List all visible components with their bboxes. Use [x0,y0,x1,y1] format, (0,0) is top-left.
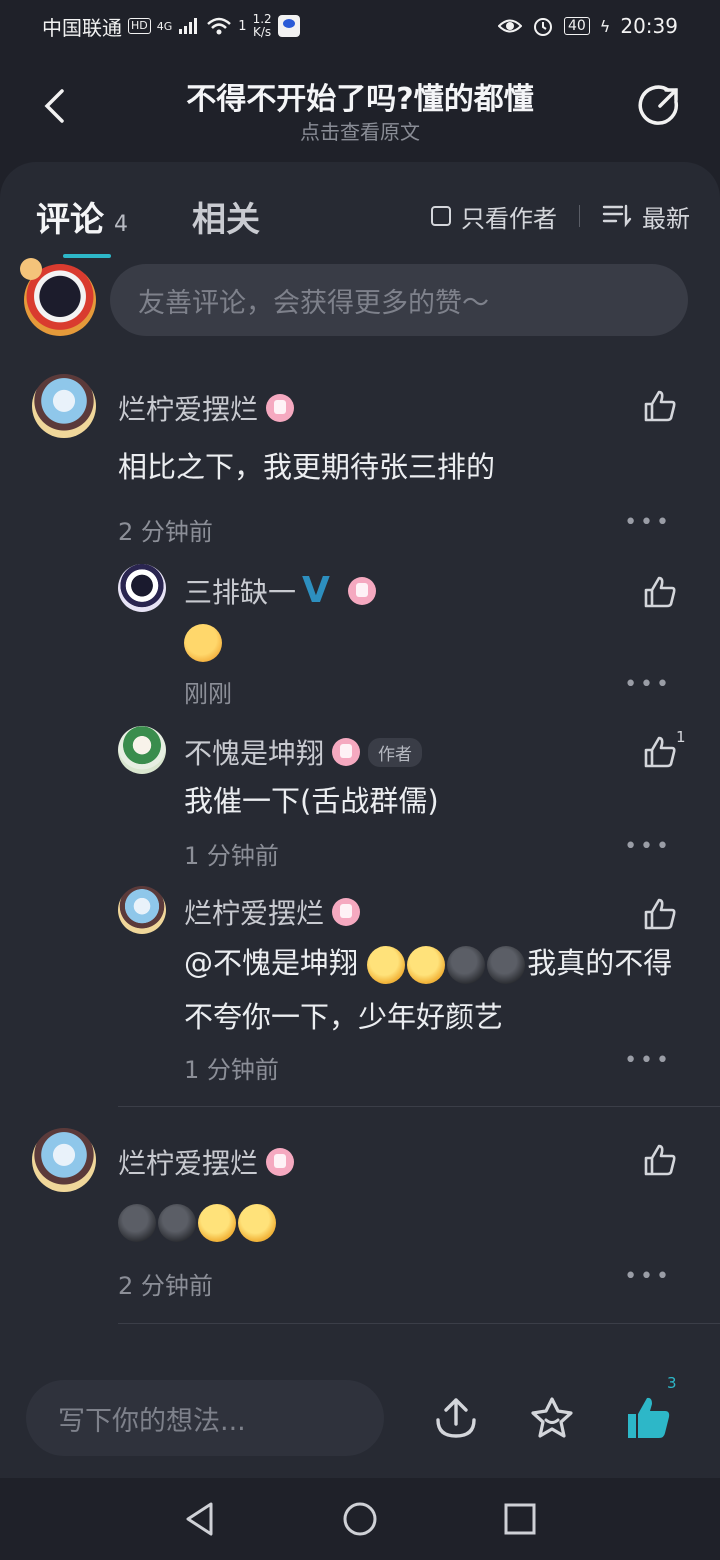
eye-icon [497,19,522,33]
username[interactable]: 烂柠爱摆烂 [118,1142,295,1182]
comment-count: 4 [114,211,128,237]
username[interactable]: 烂柠爱摆烂 [118,388,295,428]
comment-divider [118,1106,720,1107]
top-header: 不得不开始了吗?懂的都懂 点击查看原文 [0,60,720,160]
level-badge-icon [332,738,361,766]
comment-input[interactable]: 友善评论，会获得更多的赞～ [110,264,688,336]
battery-indicator: 40 [563,17,590,35]
more-options-icon[interactable]: ••• [624,510,672,535]
reply-time: 1 分钟前 [184,1056,279,1084]
comment-divider [118,1323,720,1324]
more-options-icon[interactable]: ••• [624,672,672,697]
reply-text [184,614,224,668]
share-button[interactable] [634,80,686,132]
favorite-star-icon[interactable] [528,1394,576,1442]
tab-related[interactable]: 相关 [192,192,260,241]
smirk-face-icon [407,946,446,984]
system-nav-bar [0,1478,720,1560]
author-only-checkbox[interactable] [431,206,451,226]
dark-moon-face-icon [447,946,486,984]
level-badge-icon [266,1148,295,1176]
alarm-icon [533,18,552,36]
thoughts-input[interactable]: 写下你的想法... [26,1380,384,1456]
sort-icon[interactable] [602,204,632,228]
comment-compose-row: 友善评论，会获得更多的赞～ [20,258,688,338]
comment-time: 2 分钟前 [118,518,213,546]
more-options-icon[interactable]: ••• [624,1048,672,1073]
sort-latest[interactable]: 最新 [642,199,690,234]
active-tab-indicator [63,254,111,258]
username[interactable]: 三排缺一 V [184,570,376,611]
more-options-icon[interactable]: ••• [624,834,672,859]
avatar[interactable] [118,886,166,934]
nav-back-icon[interactable] [183,1501,217,1537]
app-notification-icon [277,15,300,37]
comment-text: 相比之下，我更期待张三排的 [118,450,496,484]
reply-text: 我催一下(舌战群儒) [184,784,439,818]
reply-time: 1 分钟前 [184,842,279,870]
smirk-face-icon [198,1204,236,1242]
post-title[interactable]: 不得不开始了吗?懂的都懂 [0,74,720,118]
wifi-icon [207,17,232,35]
flushed-face-icon [184,624,222,662]
nav-recents-icon[interactable] [503,1502,537,1536]
like-icon[interactable] [642,574,678,610]
like-icon[interactable] [642,734,678,770]
like-icon[interactable] [642,388,678,424]
my-avatar[interactable] [20,258,96,336]
share-upload-icon[interactable] [432,1394,480,1442]
username[interactable]: 不愧是坤翔 作者 [184,732,423,772]
view-original-link[interactable]: 点击查看原文 [0,116,720,145]
author-tag: 作者 [368,737,423,767]
level-badge-icon [332,898,361,926]
dark-moon-face-icon [118,1204,156,1242]
tab-comments[interactable]: 评论 4 [36,192,128,241]
smirk-face-icon [238,1204,276,1242]
network-label: 4G [156,19,173,33]
like-icon[interactable] [642,896,678,932]
mention-link[interactable]: @不愧是坤翔 [184,946,358,980]
like-icon[interactable] [642,1142,678,1178]
username[interactable]: 烂柠爱摆烂 [184,892,361,932]
comment-text [118,1194,278,1248]
filter-divider [579,205,580,227]
charging-icon: ϟ [599,16,611,36]
like-count: 1 [676,728,686,746]
avatar[interactable] [118,726,166,774]
author-only-label[interactable]: 只看作者 [461,199,557,234]
thumb-up-icon[interactable] [624,1394,672,1442]
reply-text: @不愧是坤翔 我真的不得不夸你一下，少年好颜艺 [184,946,673,1034]
verified-icon: V [302,570,330,611]
dark-moon-face-icon [158,1204,196,1242]
level-badge-icon [266,394,295,422]
share-icon [638,85,679,125]
reply-time: 刚刚 [184,680,232,708]
status-bar: 中国联通 HD 4G 1 1.2 K/s 40 ϟ 20:39 [0,0,720,52]
nav-home-icon[interactable] [342,1501,378,1537]
level-badge-icon [347,576,376,605]
avatar[interactable] [32,1128,96,1192]
avatar[interactable] [32,374,96,438]
clock: 20:39 [620,14,678,38]
net-speed: 1.2 K/s [252,12,272,39]
wifi-sub-label: 1 [238,18,247,34]
signal-icon [179,18,198,34]
post-like-count: 3 [667,1374,677,1392]
dark-moon-face-icon [487,946,526,984]
smirk-face-icon [367,946,406,984]
tab-bar: 评论 4 相关 只看作者 最新 [36,186,690,246]
hd-badge: HD [128,18,151,34]
carrier-label: 中国联通 [42,15,122,40]
avatar[interactable] [118,564,166,612]
bottom-action-bar: 写下你的想法... 3 [0,1374,720,1460]
more-options-icon[interactable]: ••• [624,1264,672,1289]
comment-time: 2 分钟前 [118,1272,213,1300]
